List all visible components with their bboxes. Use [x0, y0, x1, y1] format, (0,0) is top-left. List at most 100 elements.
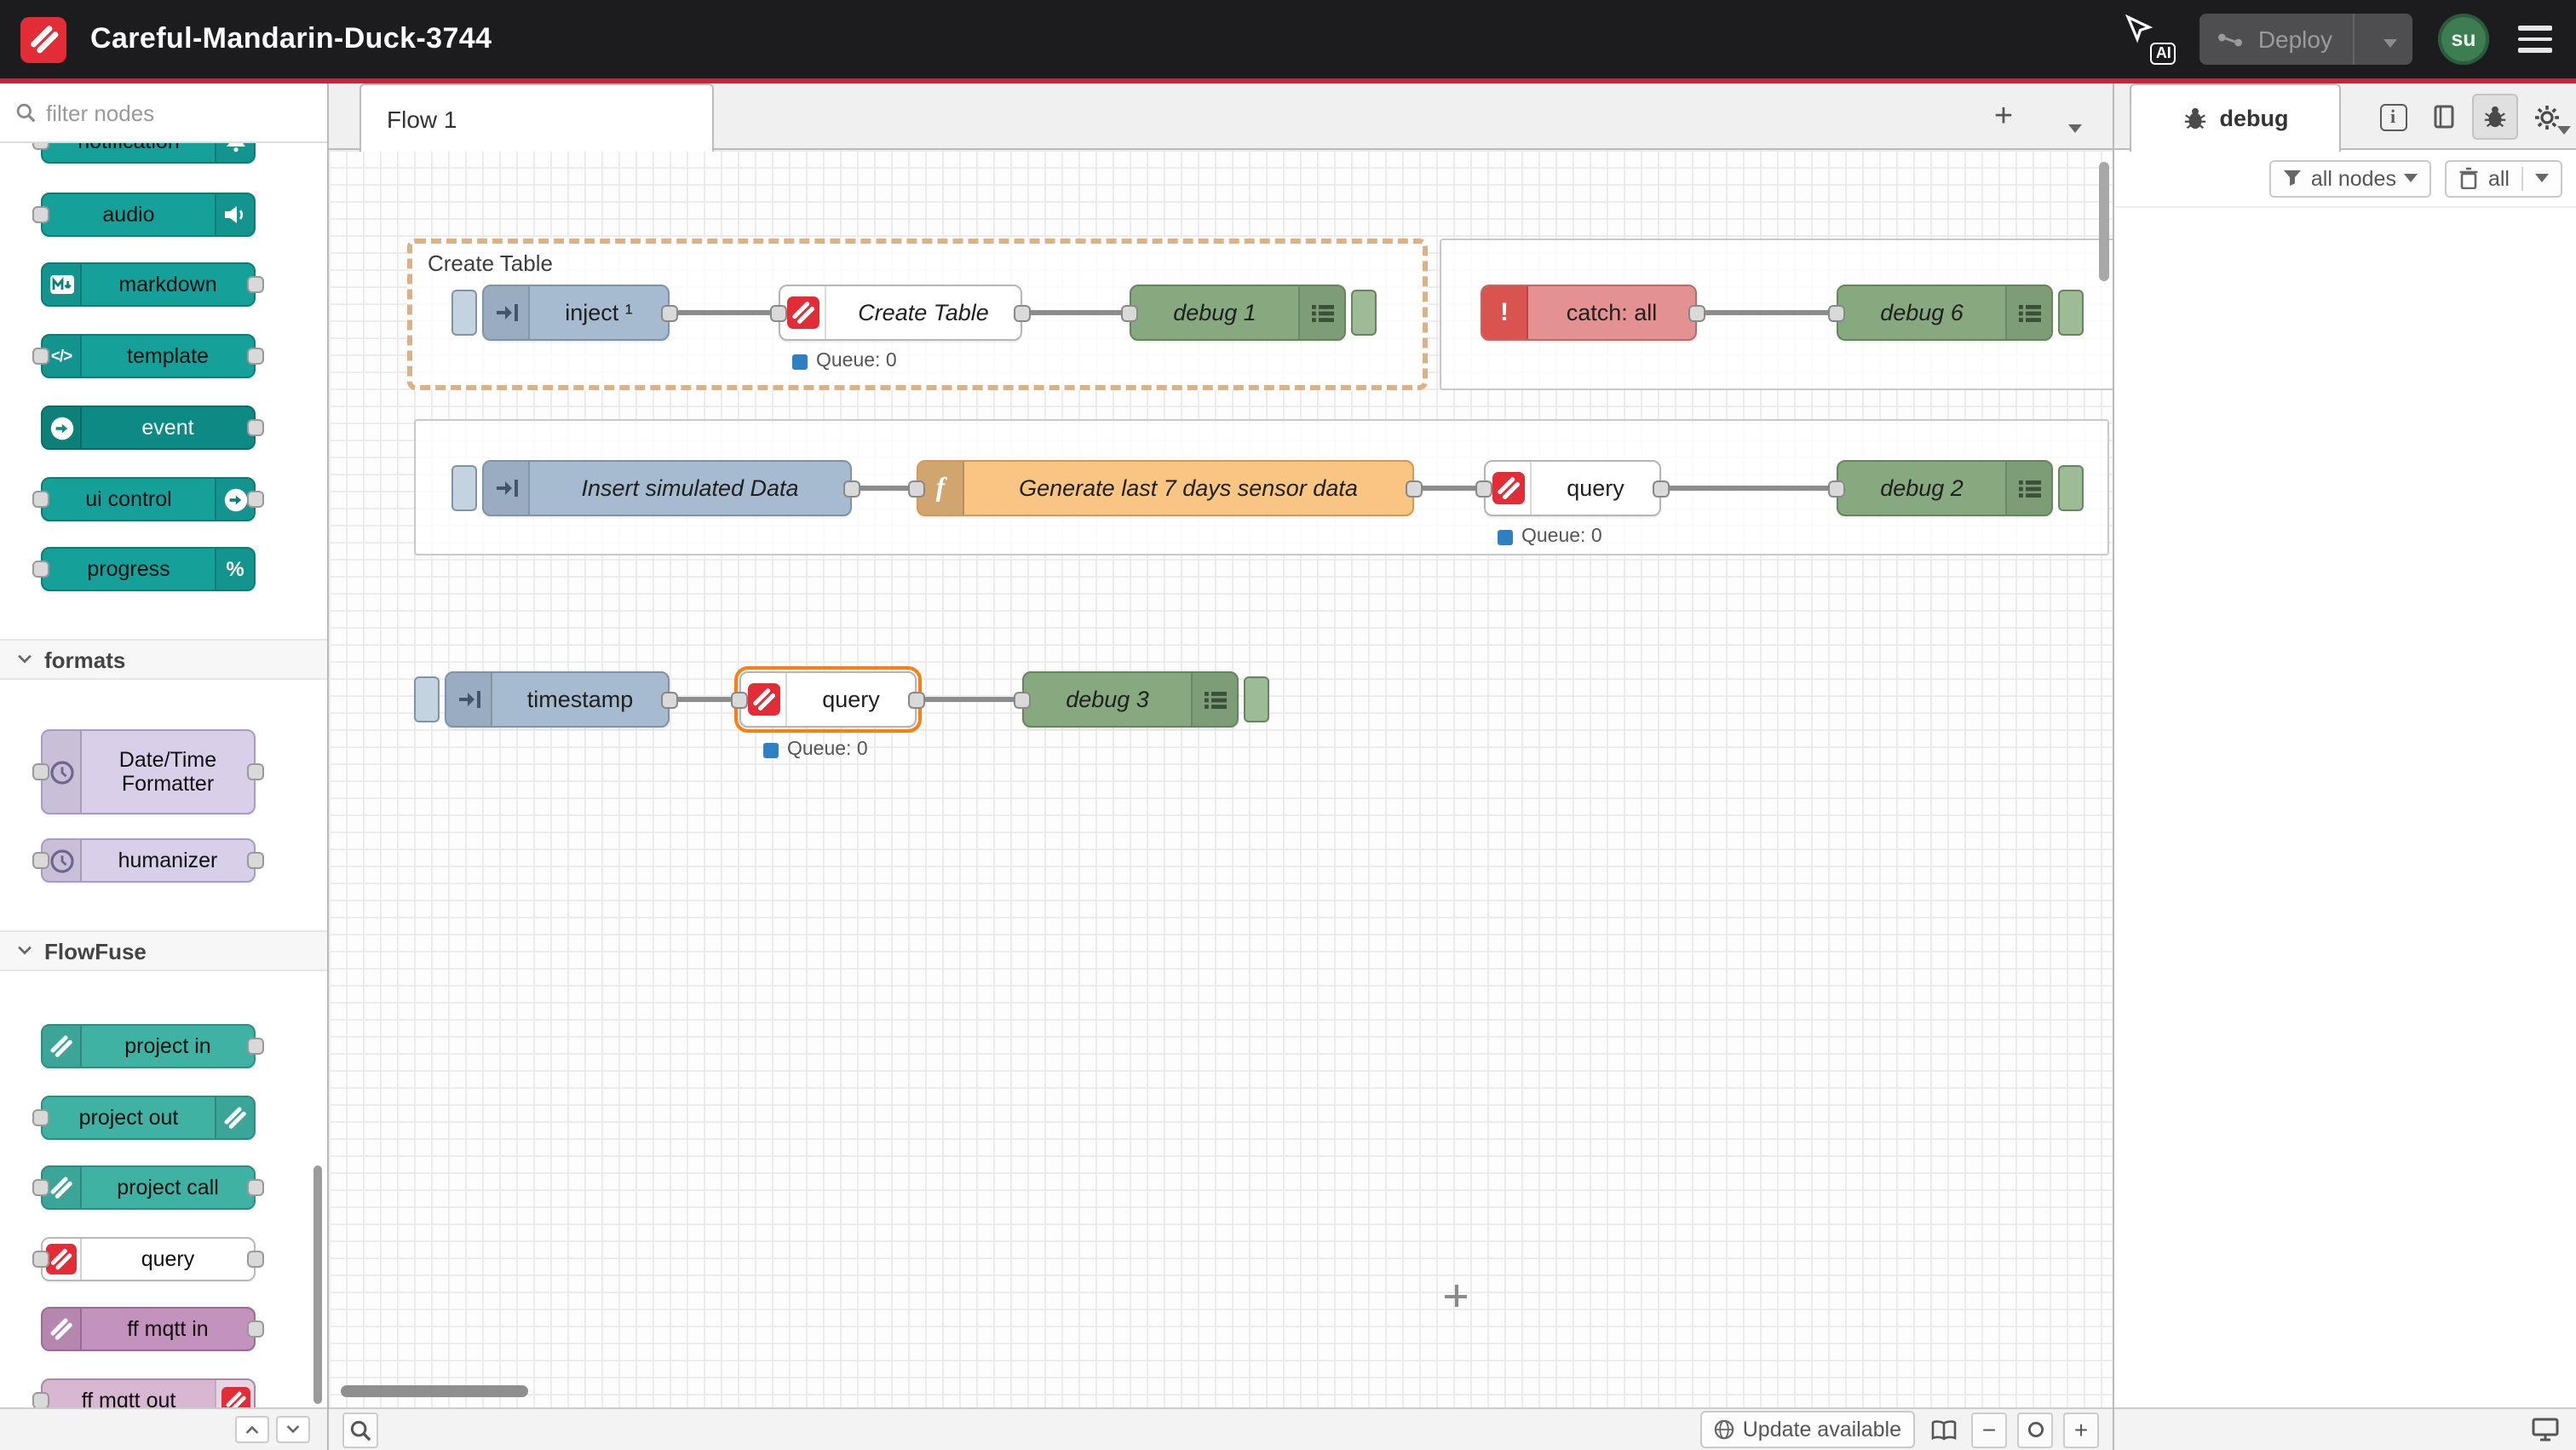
debug-filter-dropdown[interactable]: all nodes: [2270, 159, 2432, 197]
input-port[interactable]: [1475, 480, 1492, 497]
output-port[interactable]: [247, 763, 264, 780]
output-port[interactable]: [247, 276, 264, 293]
output-port[interactable]: [1688, 304, 1705, 321]
node-debug-3[interactable]: debug 3: [1022, 671, 1269, 728]
output-port[interactable]: [1406, 480, 1423, 497]
debug-clear-dropdown[interactable]: all: [2446, 159, 2562, 197]
output-port[interactable]: [247, 348, 264, 365]
output-port[interactable]: [908, 691, 925, 708]
input-port[interactable]: [32, 763, 49, 780]
input-port[interactable]: [770, 304, 787, 321]
canvas-search-button[interactable]: [342, 1412, 378, 1447]
palette-node-humanizer[interactable]: humanizer: [41, 838, 256, 883]
input-port[interactable]: [32, 1109, 49, 1126]
palette-node-project-in[interactable]: project in: [41, 1024, 256, 1068]
deploy-button[interactable]: Deploy: [2200, 14, 2412, 65]
input-port[interactable]: [32, 1251, 49, 1268]
input-port[interactable]: [32, 143, 49, 150]
debug-toggle-button[interactable]: [1351, 290, 1377, 336]
output-port[interactable]: [247, 491, 264, 508]
input-port[interactable]: [1121, 304, 1138, 321]
output-port[interactable]: [843, 480, 860, 497]
node-query-3-selected[interactable]: query: [739, 671, 917, 728]
node-create-table[interactable]: Create Table: [779, 285, 1022, 341]
palette-node-progress[interactable]: progress %: [41, 547, 256, 591]
inject-trigger-button[interactable]: [451, 465, 477, 511]
output-port[interactable]: [1014, 304, 1031, 321]
palette-node-project-out[interactable]: project out: [41, 1096, 256, 1140]
palette-node-notification[interactable]: notification: [41, 143, 256, 164]
debug-toggle-button[interactable]: [1244, 676, 1269, 722]
input-port[interactable]: [32, 1179, 49, 1196]
input-port[interactable]: [1828, 304, 1845, 321]
output-port[interactable]: [247, 1038, 264, 1055]
update-available-button[interactable]: Update available: [1700, 1411, 1915, 1448]
output-port[interactable]: [661, 691, 678, 708]
navigator-icon[interactable]: [1925, 1412, 1961, 1447]
canvas-horizontal-scrollbar[interactable]: [341, 1385, 528, 1397]
palette-node-datetime-formatter[interactable]: Date/Time Formatter: [41, 729, 256, 814]
input-port[interactable]: [1828, 480, 1845, 497]
output-port[interactable]: [661, 304, 678, 321]
open-in-window-icon[interactable]: [2532, 1418, 2559, 1441]
deploy-options-caret[interactable]: [2368, 26, 2412, 53]
output-port[interactable]: [1653, 480, 1670, 497]
palette-category-formats[interactable]: formats: [0, 639, 327, 680]
zoom-in-button[interactable]: +: [2063, 1412, 2099, 1447]
zoom-reset-button[interactable]: [2017, 1412, 2053, 1447]
tab-flow-1[interactable]: Flow 1: [359, 83, 714, 152]
node-debug-6[interactable]: debug 6: [1837, 285, 2084, 341]
input-port[interactable]: [32, 491, 49, 508]
main-menu-icon[interactable]: [2515, 20, 2556, 60]
ai-assistant-icon[interactable]: AI: [2124, 14, 2175, 65]
input-port[interactable]: [32, 561, 49, 578]
palette-search-input[interactable]: [46, 100, 267, 125]
output-port[interactable]: [247, 419, 264, 436]
palette-scrollbar[interactable]: [313, 1165, 322, 1404]
sidebar-tab-debug-messages[interactable]: [2472, 94, 2518, 140]
input-port[interactable]: [32, 852, 49, 869]
input-port[interactable]: [731, 691, 748, 708]
flow-canvas[interactable]: Create Table: [329, 150, 2113, 1407]
zoom-out-button[interactable]: −: [1971, 1412, 2007, 1447]
node-query-2[interactable]: query: [1484, 460, 1661, 516]
output-port[interactable]: [247, 1179, 264, 1196]
palette-node-markdown[interactable]: markdown: [41, 262, 256, 307]
node-timestamp-inject[interactable]: timestamp: [414, 671, 670, 728]
palette-node-event[interactable]: event: [41, 406, 256, 450]
input-port[interactable]: [1014, 691, 1031, 708]
inject-trigger-button[interactable]: [414, 676, 440, 722]
flowfuse-logo-icon[interactable]: [20, 16, 66, 62]
palette-node-template[interactable]: </> template: [41, 334, 256, 378]
palette-node-query[interactable]: query: [41, 1237, 256, 1281]
collapse-all-button[interactable]: [235, 1416, 269, 1443]
node-debug-1[interactable]: debug 1: [1130, 285, 1377, 341]
palette-node-ff-mqtt-out[interactable]: ff mqtt out: [41, 1378, 256, 1407]
inject-trigger-button[interactable]: [451, 290, 477, 336]
node-debug-2[interactable]: debug 2: [1837, 460, 2084, 516]
sidebar-tab-info[interactable]: i: [2370, 94, 2416, 140]
add-flow-button[interactable]: +: [1983, 97, 2024, 138]
node-function-generate-data[interactable]: f Generate last 7 days sensor data: [917, 460, 1414, 516]
node-insert-simulated-data[interactable]: Insert simulated Data: [451, 460, 852, 516]
input-port[interactable]: [32, 348, 49, 365]
palette-node-project-call[interactable]: project call: [41, 1165, 256, 1210]
palette-node-ff-mqtt-in[interactable]: ff mqtt in: [41, 1307, 256, 1351]
palette-category-flowfuse[interactable]: FlowFuse: [0, 930, 327, 971]
input-port[interactable]: [32, 206, 49, 223]
palette-node-ui-control[interactable]: ui control: [41, 477, 256, 521]
user-avatar[interactable]: su: [2438, 14, 2489, 65]
debug-toggle-button[interactable]: [2058, 465, 2084, 511]
flow-list-caret[interactable]: [2068, 111, 2082, 141]
node-inject-1[interactable]: inject ¹: [451, 285, 670, 341]
node-catch-all[interactable]: ! catch: all: [1481, 285, 1697, 341]
input-port[interactable]: [32, 1392, 49, 1407]
debug-toggle-button[interactable]: [2058, 290, 2084, 336]
sidebar-tabs-caret[interactable]: [2557, 112, 2571, 143]
canvas-vertical-scrollbar[interactable]: [2099, 162, 2109, 281]
sidebar-tab-help[interactable]: [2421, 94, 2467, 140]
palette-node-audio[interactable]: audio: [41, 193, 256, 237]
output-port[interactable]: [247, 1251, 264, 1268]
expand-all-button[interactable]: [276, 1416, 310, 1443]
sidebar-tab-debug[interactable]: debug: [2130, 83, 2341, 152]
